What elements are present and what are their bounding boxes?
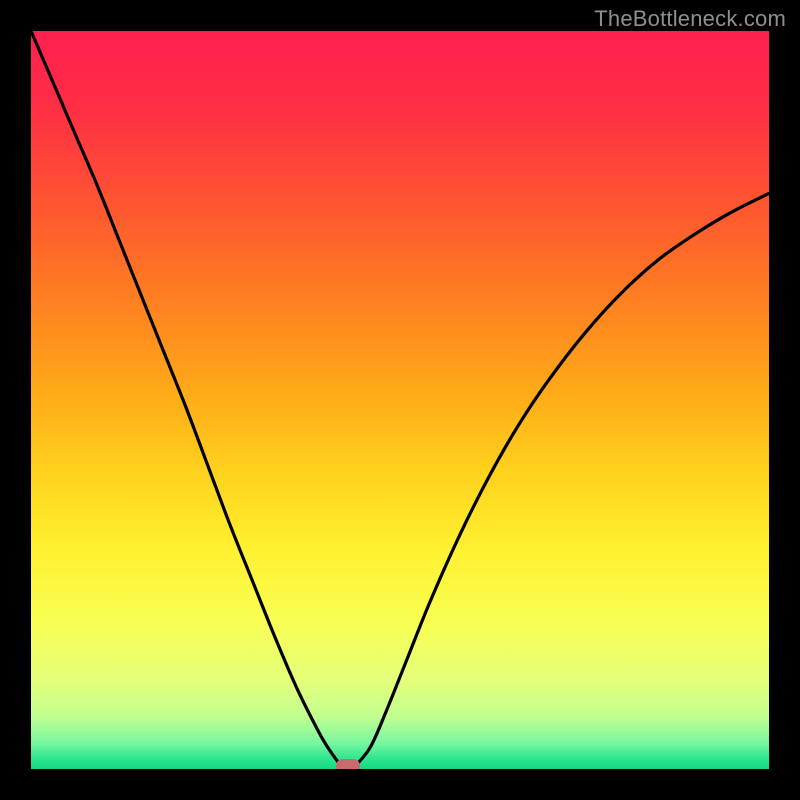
minimum-marker	[336, 759, 360, 769]
plot-svg	[31, 31, 769, 769]
watermark-text: TheBottleneck.com	[594, 6, 786, 32]
plot-area	[31, 31, 769, 769]
gradient-background	[31, 31, 769, 769]
chart-frame: TheBottleneck.com	[0, 0, 800, 800]
